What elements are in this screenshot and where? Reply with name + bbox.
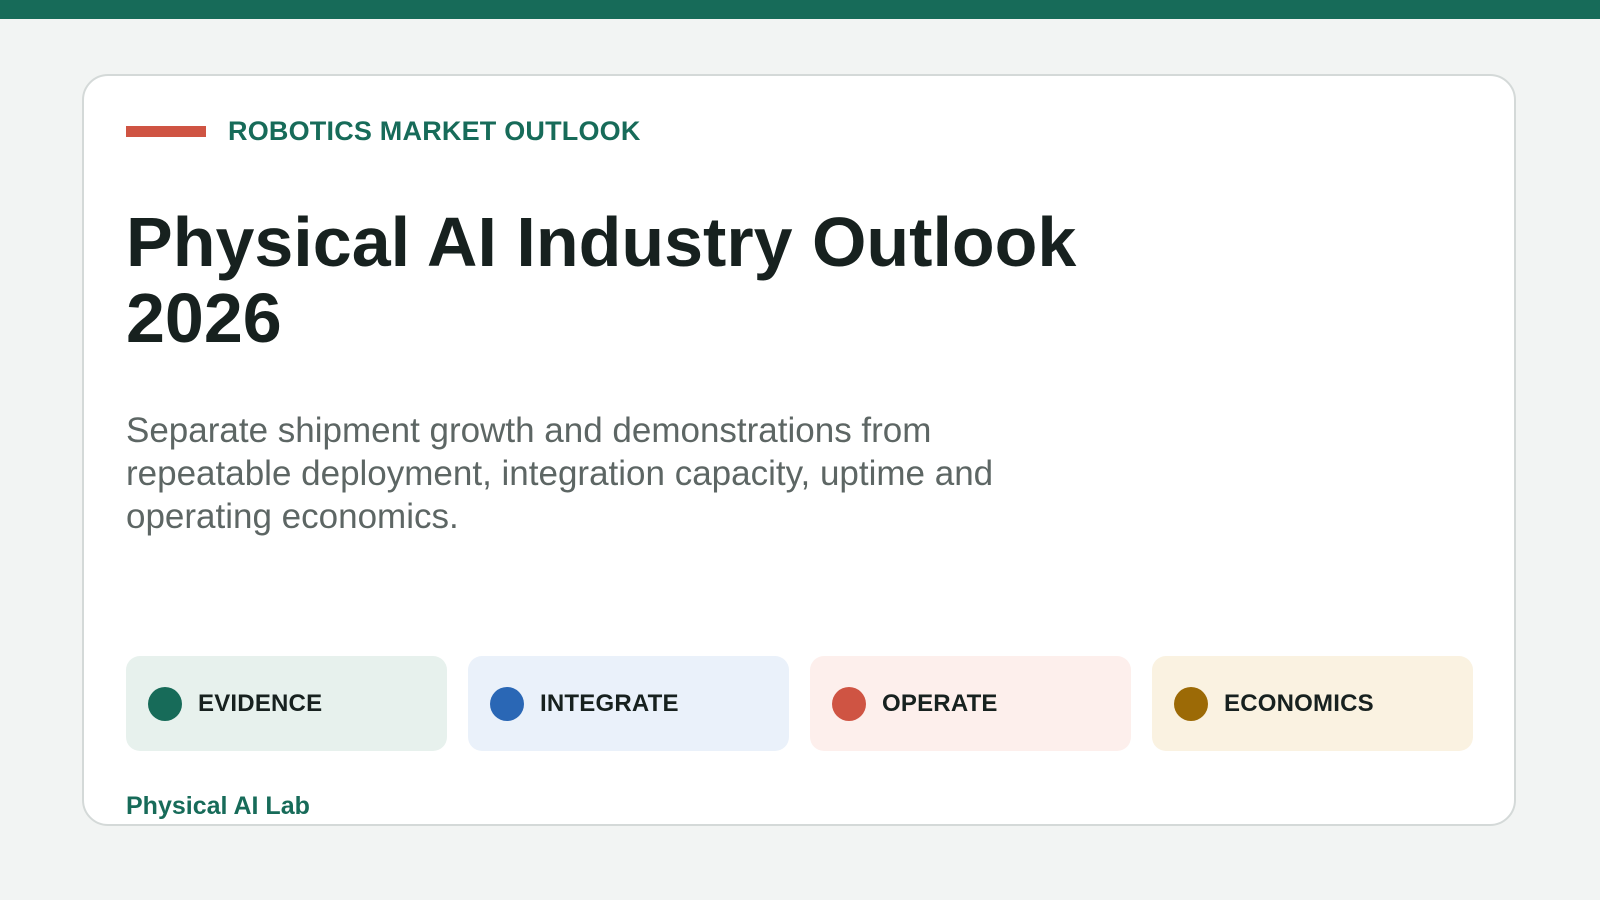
pillar-dot-icon: [490, 686, 524, 721]
eyebrow-accent-rule: [126, 126, 206, 137]
top-accent-bar: [0, 0, 1600, 19]
pillar-operate: OPERATE: [810, 656, 1131, 751]
outlook-card: ROBOTICS MARKET OUTLOOK Physical AI Indu…: [82, 74, 1516, 826]
pillar-dot-icon: [1174, 686, 1208, 721]
pillar-dot-icon: [832, 686, 866, 721]
page-subtitle: Separate shipment growth and demonstrati…: [126, 411, 994, 536]
pillar-economics: ECONOMICS: [1152, 656, 1473, 751]
pillar-evidence: EVIDENCE: [126, 656, 447, 751]
pillar-label: EVIDENCE: [198, 689, 323, 717]
pillar-label: OPERATE: [882, 689, 998, 717]
pillar-label: INTEGRATE: [540, 689, 679, 717]
eyebrow-label: ROBOTICS MARKET OUTLOOK: [228, 116, 641, 146]
eyebrow: ROBOTICS MARKET OUTLOOK: [126, 116, 641, 147]
pillar-label: ECONOMICS: [1224, 689, 1374, 717]
pillar-dot-icon: [148, 686, 182, 721]
brand-name: Physical AI Lab: [126, 792, 310, 820]
pillar-list: EVIDENCE INTEGRATE OPERATE ECONOMICS: [126, 656, 1473, 751]
page-title: Physical AI Industry Outlook 2026: [126, 203, 1077, 357]
pillar-integrate: INTEGRATE: [468, 656, 789, 751]
